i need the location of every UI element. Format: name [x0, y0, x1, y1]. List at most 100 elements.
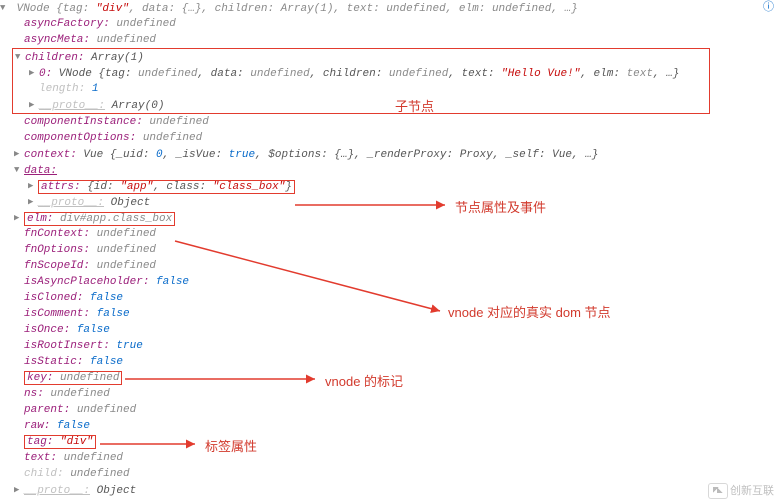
prop-name: isCloned:	[24, 292, 83, 304]
caret-right-icon: ▶	[14, 482, 24, 498]
prop-name: asyncFactory:	[24, 18, 110, 30]
prop-children[interactable]: ▼children: Array(1)	[15, 49, 707, 65]
value: undefined	[44, 388, 110, 400]
summary-text: , elm:	[580, 68, 626, 80]
value: text	[627, 68, 653, 80]
prop-parent[interactable]: parent: undefined	[0, 402, 780, 418]
prop-proto-data[interactable]: ▶__proto__: Object	[0, 194, 780, 210]
value: false	[149, 276, 189, 288]
child-0[interactable]: ▶0: VNode {tag: undefined, data: undefin…	[15, 65, 707, 81]
num: 0	[156, 149, 163, 161]
prop-proto-root[interactable]: ▶__proto__: Object	[0, 482, 780, 498]
summary-text: , …}	[653, 68, 679, 80]
prop-tag[interactable]: tag: "div"	[0, 434, 780, 450]
value: false	[83, 292, 123, 304]
value: div#app.class_box	[53, 213, 172, 225]
summary-text: , elm:	[446, 3, 492, 15]
prop-text[interactable]: text: undefined	[0, 450, 780, 466]
prop-name: 0:	[39, 68, 52, 80]
prop-name: fnOptions:	[24, 244, 90, 256]
caret-down-icon: ▼	[0, 0, 10, 16]
prop-name: data:	[24, 165, 57, 177]
info-icon[interactable]: ⓘ	[763, 0, 774, 16]
prop-child[interactable]: child: undefined	[0, 466, 780, 482]
prop-name: isAsyncPlaceholder:	[24, 276, 149, 288]
value: undefined	[250, 68, 309, 80]
prop-asyncFactory[interactable]: asyncFactory: undefined	[0, 16, 780, 32]
prop-name: context:	[24, 149, 77, 161]
value: Vue {_uid: 0, _isVue: true, $options: {……	[77, 149, 599, 161]
value: undefined	[70, 404, 136, 416]
logo-icon	[708, 483, 728, 499]
prop-name: asyncMeta:	[24, 34, 90, 46]
value: false	[90, 308, 130, 320]
prop-key[interactable]: key: undefined	[0, 370, 780, 386]
caret-right-icon: ▶	[14, 146, 24, 162]
prop-name: fnScopeId:	[24, 260, 90, 272]
prop-raw[interactable]: raw: false	[0, 418, 780, 434]
prop-name: componentInstance:	[24, 116, 143, 128]
prop-ns[interactable]: ns: undefined	[0, 386, 780, 402]
prop-isOnce[interactable]: isOnce: false	[0, 322, 780, 338]
prop-attrs[interactable]: ▶attrs: {id: "app", class: "class_box"}	[0, 178, 780, 194]
prop-name: text:	[24, 452, 57, 464]
value: undefined	[386, 3, 445, 15]
prop-name: tag:	[27, 436, 53, 448]
prop-isStatic[interactable]: isStatic: false	[0, 354, 780, 370]
prop-componentInstance[interactable]: componentInstance: undefined	[0, 114, 780, 130]
value: undefined	[57, 452, 123, 464]
prop-isRootInsert[interactable]: isRootInsert: true	[0, 338, 780, 354]
prop-data[interactable]: ▼data:	[0, 162, 780, 178]
prop-proto[interactable]: ▶__proto__: Array(0)	[15, 97, 707, 113]
prop-asyncMeta[interactable]: asyncMeta: undefined	[0, 32, 780, 48]
caret-down-icon: ▼	[15, 49, 25, 65]
prop-fnContext[interactable]: fnContext: undefined	[0, 226, 780, 242]
value: "app"	[120, 181, 153, 193]
prop-name: __proto__:	[24, 485, 90, 497]
summary-text: , class:	[153, 181, 212, 193]
watermark-text: 创新互联	[730, 485, 774, 497]
prop-name: isRootInsert:	[24, 340, 110, 352]
prop-elm[interactable]: ▶elm: div#app.class_box	[0, 210, 780, 226]
prop-isComment[interactable]: isComment: false	[0, 306, 780, 322]
prop-name: __proto__:	[38, 197, 104, 209]
prop-isCloned[interactable]: isCloned: false	[0, 290, 780, 306]
prop-name: componentOptions:	[24, 132, 136, 144]
attrs-box: attrs: {id: "app", class: "class_box"}	[38, 180, 295, 194]
prop-componentOptions[interactable]: componentOptions: undefined	[0, 130, 780, 146]
value: undefined	[90, 228, 156, 240]
caret-right-icon: ▶	[28, 194, 38, 210]
vnode-root-line[interactable]: ▼ VNode {tag: "div", data: {…}, children…	[0, 0, 780, 16]
value: Array(1)	[84, 52, 143, 64]
summary-text: {id:	[81, 181, 121, 193]
value: undefined	[64, 468, 130, 480]
value: "div"	[96, 3, 129, 15]
value: undefined	[90, 260, 156, 272]
key-box: key: undefined	[24, 371, 122, 385]
prop-isAsyncPlaceholder[interactable]: isAsyncPlaceholder: false	[0, 274, 780, 290]
summary-text: , data: {…}, children: Array(1), text:	[129, 3, 386, 15]
caret-right-icon: ▶	[29, 65, 39, 81]
prop-name: fnContext:	[24, 228, 90, 240]
kw: true	[229, 149, 255, 161]
children-box: ▼children: Array(1) ▶0: VNode {tag: unde…	[12, 48, 710, 114]
value: Array(0)	[105, 100, 164, 112]
summary-text: }	[285, 181, 292, 193]
value: undefined	[389, 68, 448, 80]
prop-name: isStatic:	[24, 356, 83, 368]
prop-fnScopeId[interactable]: fnScopeId: undefined	[0, 258, 780, 274]
prop-fnOptions[interactable]: fnOptions: undefined	[0, 242, 780, 258]
summary-text: VNode {tag:	[52, 68, 138, 80]
prop-context[interactable]: ▶context: Vue {_uid: 0, _isVue: true, $o…	[0, 146, 780, 162]
prop-name: elm:	[27, 213, 53, 225]
prop-length[interactable]: length: 1	[15, 81, 707, 97]
prop-name: isComment:	[24, 308, 90, 320]
value: Object	[104, 197, 150, 209]
value: undefined	[492, 3, 551, 15]
prop-name: ns:	[24, 388, 44, 400]
value: true	[110, 340, 143, 352]
value: "div"	[53, 436, 93, 448]
value: false	[70, 324, 110, 336]
prop-name: __proto__:	[39, 100, 105, 112]
tag-box: tag: "div"	[24, 435, 96, 449]
